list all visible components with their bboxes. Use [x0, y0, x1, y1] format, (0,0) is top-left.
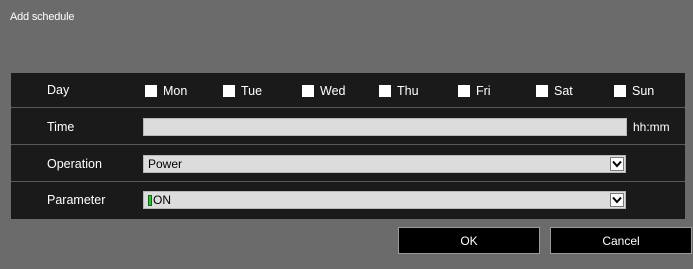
time-row: Time hh:mm	[11, 110, 685, 145]
status-indicator-icon	[148, 194, 152, 206]
operation-row: Operation Power	[11, 147, 685, 182]
day-row: Day Mon Tue Wed Thu Fri Sat Sun	[11, 73, 685, 108]
fri-label: Fri	[476, 83, 491, 98]
thu-label: Thu	[397, 83, 419, 98]
operation-selected-value: Power	[148, 157, 183, 171]
parameter-select[interactable]: ON	[143, 191, 626, 209]
parameter-row: Parameter ON	[11, 183, 685, 218]
cancel-button[interactable]: Cancel	[550, 227, 692, 254]
sat-label: Sat	[554, 83, 573, 98]
tue-checkbox[interactable]	[223, 84, 235, 97]
day-option-tue[interactable]: Tue	[223, 73, 262, 108]
fri-checkbox[interactable]	[458, 84, 470, 97]
operation-label: Operation	[47, 157, 102, 171]
day-option-fri[interactable]: Fri	[458, 73, 491, 108]
ok-button[interactable]: OK	[398, 227, 540, 254]
schedule-form: Day Mon Tue Wed Thu Fri Sat Sun Time hh:…	[11, 73, 685, 219]
time-label: Time	[47, 120, 75, 134]
parameter-selected-value: ON	[153, 193, 171, 207]
sun-label: Sun	[632, 83, 655, 98]
day-option-sat[interactable]: Sat	[536, 73, 573, 108]
day-option-thu[interactable]: Thu	[379, 73, 419, 108]
operation-select[interactable]: Power	[143, 155, 626, 173]
wed-checkbox[interactable]	[302, 84, 314, 97]
dialog-title: Add schedule	[10, 11, 75, 23]
thu-checkbox[interactable]	[379, 84, 391, 97]
parameter-label: Parameter	[47, 193, 106, 207]
wed-label: Wed	[320, 83, 346, 98]
day-option-mon[interactable]: Mon	[145, 73, 187, 108]
mon-label: Mon	[163, 83, 188, 98]
mon-checkbox[interactable]	[145, 84, 157, 97]
time-unit-hint: hh:mm	[633, 120, 670, 134]
chevron-down-icon[interactable]	[610, 193, 624, 207]
chevron-down-icon[interactable]	[610, 157, 624, 171]
sun-checkbox[interactable]	[614, 84, 626, 97]
sat-checkbox[interactable]	[536, 84, 548, 97]
day-label: Day	[47, 83, 70, 97]
tue-label: Tue	[241, 83, 263, 98]
day-option-sun[interactable]: Sun	[614, 73, 654, 108]
time-input[interactable]	[143, 118, 627, 136]
day-option-wed[interactable]: Wed	[302, 73, 345, 108]
